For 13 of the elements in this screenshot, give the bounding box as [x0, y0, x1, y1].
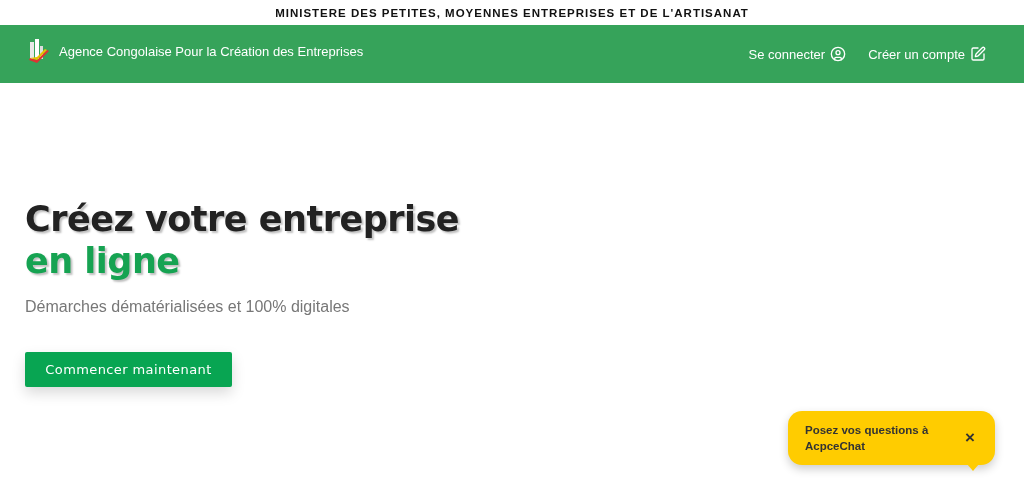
logo-icon	[27, 38, 51, 64]
close-button[interactable]: ×	[965, 428, 975, 448]
chat-message: Posez vos questions à AcpceChat	[805, 423, 930, 454]
hero-title-highlight: en ligne	[25, 240, 181, 282]
start-button[interactable]: Commencer maintenant	[25, 352, 232, 387]
agency-name: Agence Congolaise Pour la Création des Entreprises	[59, 43, 364, 59]
nav-link[interactable]: Créer un compte	[868, 46, 986, 62]
hero-subtitle: Démarches dématérialisées et 100% digitales	[25, 298, 351, 316]
hero-title: Créez votre entreprise	[25, 198, 461, 240]
user-circle-icon	[830, 46, 847, 62]
pen-square-icon	[970, 46, 986, 62]
ministry-title: MINISTERE DES PETITES, MOYENNES ENTREPRISES ET DE L'ARTISANAT	[275, 6, 749, 19]
nav-link[interactable]: Se connecter	[748, 46, 847, 62]
